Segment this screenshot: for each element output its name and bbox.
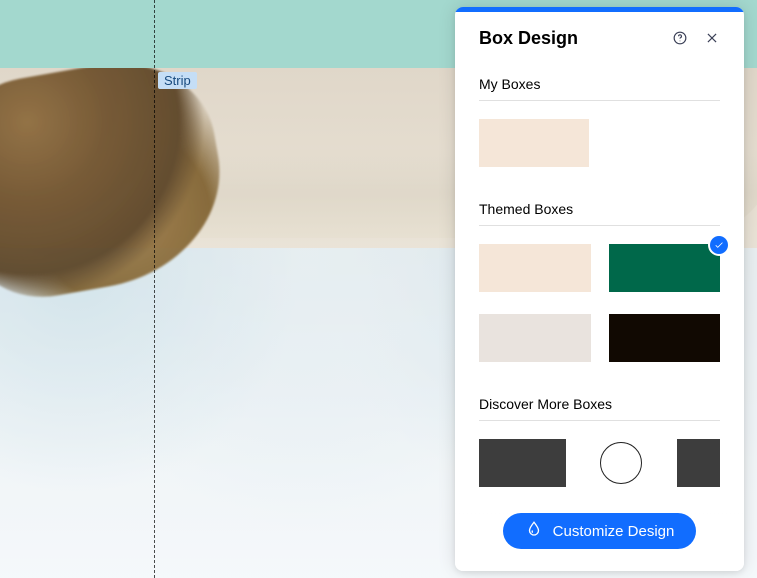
my-boxes-grid: [479, 119, 720, 167]
editor-canvas: Strip Box Design My Boxes: [0, 0, 757, 578]
check-icon: [710, 236, 728, 254]
panel-footer: Customize Design: [455, 501, 744, 571]
swatch-themed-2[interactable]: [479, 314, 591, 362]
panel-body: My Boxes Themed Boxes Discover More Boxe…: [455, 64, 744, 571]
panel-header: Box Design: [455, 12, 744, 64]
drop-icon: [525, 520, 543, 542]
swatch-themed-3[interactable]: [609, 314, 721, 362]
section-title-my-boxes: My Boxes: [479, 64, 720, 101]
swatch-my-0[interactable]: [479, 119, 589, 167]
help-icon[interactable]: [668, 26, 692, 50]
element-label-strip[interactable]: Strip: [158, 72, 197, 89]
swatch-discover-1[interactable]: [578, 439, 665, 487]
swatch-themed-1[interactable]: [609, 244, 721, 292]
customize-design-label: Customize Design: [553, 523, 675, 540]
guide-line: [154, 0, 155, 578]
swatch-discover-2[interactable]: [677, 439, 720, 487]
section-title-discover-boxes: Discover More Boxes: [479, 384, 720, 421]
circle-icon: [600, 442, 642, 484]
box-design-panel: Box Design My Boxes Themed Boxes: [455, 7, 744, 571]
panel-title: Box Design: [479, 28, 668, 49]
themed-boxes-grid: [479, 244, 720, 362]
section-title-themed-boxes: Themed Boxes: [479, 189, 720, 226]
swatch-themed-0[interactable]: [479, 244, 591, 292]
swatch-discover-0[interactable]: [479, 439, 566, 487]
close-icon[interactable]: [700, 26, 724, 50]
customize-design-button[interactable]: Customize Design: [503, 513, 697, 549]
discover-boxes-row: [479, 439, 720, 487]
